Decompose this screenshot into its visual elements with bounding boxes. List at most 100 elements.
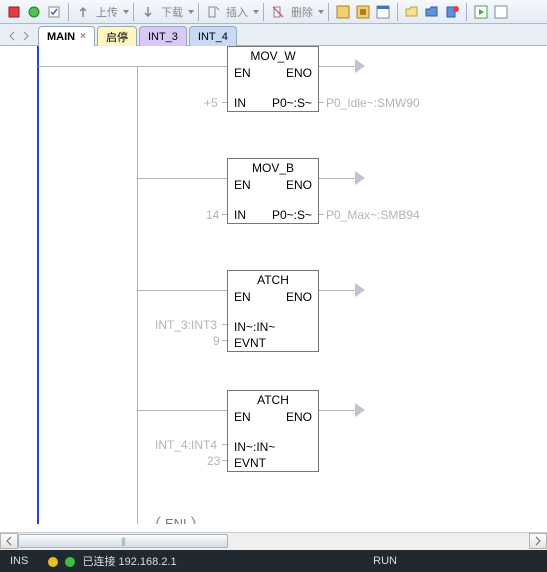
tab-main[interactable]: MAIN × (38, 26, 95, 46)
pin-eno: ENO (286, 289, 312, 305)
tab-label: INT_3 (148, 31, 178, 43)
pin-evnt: EVNT (234, 335, 266, 351)
out-label: P0_Max~:SMB94 (326, 208, 420, 222)
wire (319, 410, 357, 411)
tab-label: INT_4 (198, 31, 228, 43)
separator (466, 3, 467, 21)
pin-in: IN (234, 207, 246, 223)
separator (263, 3, 264, 21)
extra-button[interactable] (492, 3, 510, 21)
tab-right-arrow[interactable] (20, 27, 32, 45)
pin-en: EN (234, 177, 251, 193)
delete-icon[interactable] (269, 3, 287, 21)
tab-int3[interactable]: INT_3 (139, 26, 187, 46)
separator (68, 3, 69, 21)
status-bar: INS 已连接 192.168.2.1 RUN (0, 550, 547, 572)
scroll-thumb[interactable]: ||| (18, 534, 228, 548)
in-value: +5 (204, 96, 218, 110)
block-title: MOV_W (228, 47, 318, 65)
run-button[interactable] (25, 3, 43, 21)
folder-open-button[interactable] (403, 3, 421, 21)
dot-icon (65, 557, 75, 567)
grip-icon: ||| (121, 536, 125, 546)
separator (133, 3, 134, 21)
wire (319, 214, 324, 215)
folder-closed-button[interactable] (423, 3, 441, 21)
tab-row: MAIN × 启停 INT_3 INT_4 (0, 24, 547, 46)
arrow-icon (355, 283, 365, 297)
arrow-icon (355, 403, 365, 417)
branch-rail (137, 66, 138, 524)
wire (222, 460, 227, 461)
block-title: MOV_B (228, 159, 318, 177)
pin-out: P0~:S~ (272, 95, 312, 111)
insert-icon[interactable] (204, 3, 222, 21)
toolbox-1-button[interactable] (334, 3, 352, 21)
stop-button[interactable] (5, 3, 23, 21)
ladder-editor[interactable]: MOV_W EN ENO IN P0~:S~ +5 P0_Idle~:SMW90 M… (0, 46, 547, 524)
pin-evnt: EVNT (234, 455, 266, 471)
block-atch-1[interactable]: ATCH ENENO IN~:IN~ EVNT (227, 270, 319, 352)
wire (319, 102, 324, 103)
wire (137, 290, 227, 291)
block-mov-w[interactable]: MOV_W ENENO INP0~:S~ (227, 46, 319, 112)
wire (319, 66, 357, 67)
eni-coil[interactable]: ( ENI ) (155, 516, 197, 524)
status-conn-cell: 已连接 192.168.2.1 (38, 553, 186, 569)
block-atch-2[interactable]: ATCH ENENO IN~:IN~ EVNT (227, 390, 319, 472)
evnt-value: 23 (207, 454, 220, 468)
separator (198, 3, 199, 21)
close-icon[interactable]: × (80, 31, 86, 42)
pin-eno: ENO (286, 409, 312, 425)
delete-bookmark-button[interactable] (443, 3, 461, 21)
wire (222, 324, 227, 325)
paren-left: ( (155, 517, 161, 525)
tab-startstop[interactable]: 启停 (97, 26, 137, 46)
pin-out: P0~:S~ (272, 207, 312, 223)
download-button[interactable] (139, 3, 157, 21)
pin-en: EN (234, 289, 251, 305)
status-run: RUN (363, 555, 407, 567)
dot-icon (48, 557, 58, 567)
go-button[interactable] (472, 3, 490, 21)
dropdown-icon[interactable] (188, 10, 194, 14)
check-button[interactable] (45, 3, 63, 21)
horizontal-scrollbar[interactable]: ||| (0, 532, 547, 550)
left-rail (37, 46, 39, 524)
arrow-icon (355, 171, 365, 185)
scroll-track[interactable]: ||| (18, 533, 529, 550)
wire (319, 178, 357, 179)
delete-label: 删除 (291, 4, 313, 20)
evnt-value: 9 (213, 334, 220, 348)
tab-int4[interactable]: INT_4 (189, 26, 237, 46)
wire (319, 290, 357, 291)
window-button[interactable] (374, 3, 392, 21)
block-title: ATCH (228, 391, 318, 409)
scroll-left-button[interactable] (0, 533, 18, 549)
in-label: INT_3:INT3 (155, 318, 217, 332)
entry-wire (38, 66, 138, 67)
scroll-right-button[interactable] (529, 533, 547, 549)
wire (137, 410, 227, 411)
toolbar: 上传 下载 插入 删除 (0, 0, 547, 24)
separator (328, 3, 329, 21)
dropdown-icon[interactable] (123, 10, 129, 14)
wire (137, 178, 227, 179)
pin-eno: ENO (286, 65, 312, 81)
wire (222, 444, 227, 445)
wire (222, 214, 227, 215)
status-ins: INS (0, 555, 38, 567)
tab-label: MAIN (47, 31, 75, 43)
block-mov-b[interactable]: MOV_B ENENO INP0~:S~ (227, 158, 319, 224)
in-value: 14 (206, 208, 219, 222)
upload-button[interactable] (74, 3, 92, 21)
pin-in: IN~:IN~ (234, 319, 275, 335)
toolbox-2-button[interactable] (354, 3, 372, 21)
dropdown-icon[interactable] (318, 10, 324, 14)
out-label: P0_Idle~:SMW90 (326, 96, 420, 110)
eni-label: ENI (165, 516, 187, 524)
tab-left-arrow[interactable] (6, 27, 18, 45)
pin-in: IN (234, 95, 246, 111)
in-label: INT_4:INT4 (155, 438, 217, 452)
dropdown-icon[interactable] (253, 10, 259, 14)
